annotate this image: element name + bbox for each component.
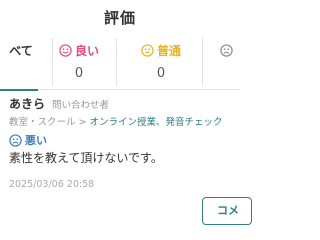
tab-divider [202, 38, 203, 86]
review-category: 教室・スクール > オンライン授業、発音チェック [9, 114, 223, 128]
page-title: 評価 [103, 8, 136, 27]
reviewer-name: あきら [9, 97, 46, 111]
category-main: 教室・スクール [9, 117, 76, 128]
tab-normal[interactable]: 普通 0 [125, 34, 197, 90]
review-comment: 素性を教えて頂けないです。 [9, 151, 163, 165]
rating-filter-tabs: べて 良い 0 普通 0 [0, 34, 240, 91]
tab-good-label: 良い [74, 43, 99, 58]
tab-normal-count: 0 [156, 66, 166, 81]
tab-good-count: 0 [74, 66, 84, 81]
sad-face-icon [9, 133, 22, 147]
page-header: 評価 [0, 0, 240, 34]
tab-all-label: べて [9, 43, 33, 58]
reviewer-info: あきら 問い合わせ者 [9, 95, 109, 112]
sad-face-icon [220, 43, 233, 57]
review-date: 2025/03/06 20:58 [9, 179, 95, 190]
smile-face-icon [59, 43, 72, 57]
category-separator: > [78, 117, 87, 128]
reviewer-role: 問い合わせ者 [52, 100, 110, 111]
review-rating: 悪い [9, 132, 47, 148]
neutral-face-icon [141, 43, 154, 57]
review-card: あきら 問い合わせ者 教室・スクール > オンライン授業、発音チェック 悪い 素… [0, 91, 252, 240]
comment-button[interactable]: コメ [202, 197, 252, 225]
tab-bad[interactable] [220, 34, 250, 90]
tab-good[interactable]: 良い 0 [43, 34, 115, 90]
tab-normal-label: 普通 [156, 43, 181, 58]
category-sub: オンライン授業、発音チェック [89, 117, 223, 128]
rating-label: 悪い [25, 134, 47, 147]
tab-divider [116, 38, 117, 86]
